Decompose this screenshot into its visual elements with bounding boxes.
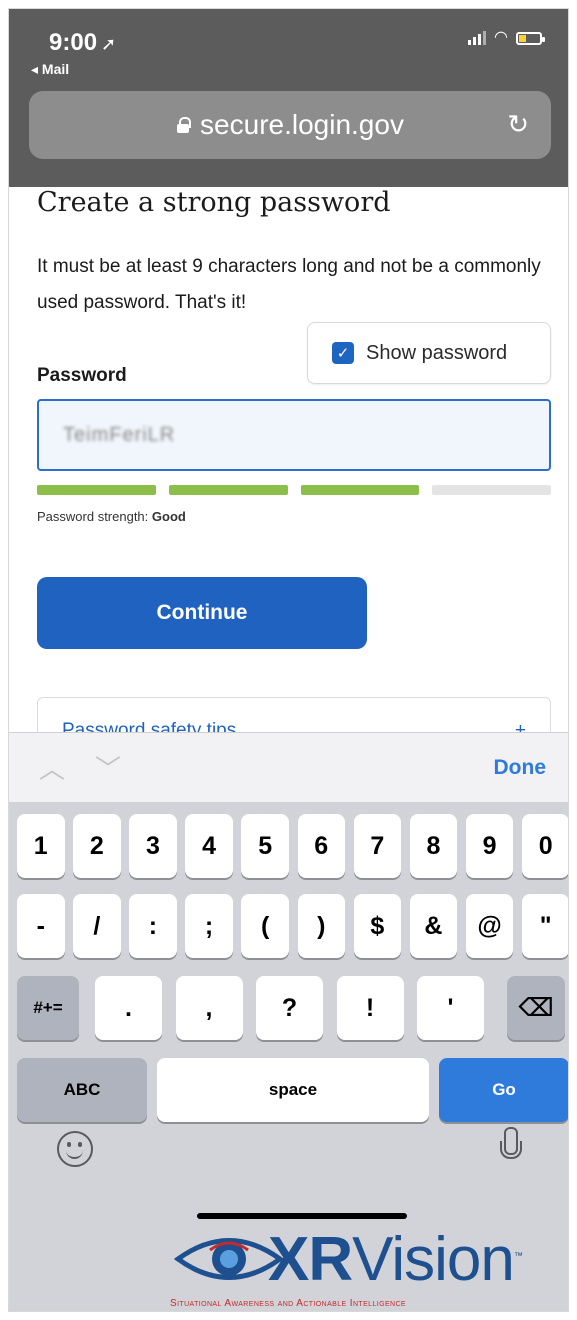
reload-icon[interactable]: ↻ xyxy=(507,109,529,140)
key-4[interactable]: 5 xyxy=(241,814,289,878)
key-1[interactable]: 2 xyxy=(73,814,121,878)
done-button[interactable]: Done xyxy=(494,756,547,780)
status-time: 9:00 ➚ xyxy=(49,29,117,56)
strength-segment xyxy=(300,485,420,495)
home-indicator xyxy=(197,1213,407,1219)
battery-icon xyxy=(516,31,545,45)
key-symbol[interactable]: / xyxy=(73,894,121,958)
key-punct[interactable]: ! xyxy=(336,976,404,1040)
wifi-icon: ◠ xyxy=(494,29,508,46)
strength-segment xyxy=(37,485,156,495)
check-icon: ✓ xyxy=(336,345,350,362)
web-content: Create a strong password It must be at l… xyxy=(9,187,568,732)
key-symbol[interactable]: ( xyxy=(241,894,289,958)
xrvision-watermark: XRVision™ Situational Awareness and Acti… xyxy=(160,1222,570,1318)
key-punct[interactable]: , xyxy=(175,976,243,1040)
show-password-label: Show password xyxy=(366,341,508,364)
key-symbol[interactable]: " xyxy=(521,894,568,958)
page-description: It must be at least 9 characters long an… xyxy=(37,256,541,313)
more-symbols-key[interactable]: #+= xyxy=(17,976,79,1040)
key-symbol[interactable]: $ xyxy=(353,894,402,958)
previous-field-icon[interactable]: ︿ xyxy=(39,749,65,786)
password-strength-text: Password strength: Good xyxy=(37,509,186,524)
password-strength-value: Good xyxy=(151,509,186,524)
browser-top-bar: 9:00 ➚ ◂ Mail ◠ secure.login.gov ↻ xyxy=(9,9,568,187)
keyboard-toolbar: ︿ ﹀ Done xyxy=(9,732,568,802)
next-field-icon[interactable]: ﹀ xyxy=(95,749,121,786)
key-symbol[interactable]: & xyxy=(409,894,458,958)
show-password-checkbox[interactable]: ✓ xyxy=(332,342,354,364)
key-2[interactable]: 3 xyxy=(129,814,177,878)
password-strength-meter xyxy=(37,485,551,495)
address-bar[interactable]: secure.login.gov ↻ xyxy=(29,91,551,159)
key-symbol[interactable]: @ xyxy=(465,894,514,958)
emoji-icon[interactable] xyxy=(57,1131,93,1167)
address-url[interactable]: secure.login.gov xyxy=(176,109,404,141)
status-icons: ◠ xyxy=(468,29,545,46)
location-arrow-icon: ➚ xyxy=(101,34,117,54)
lock-icon xyxy=(176,117,192,133)
keyboard-bottom-row xyxy=(9,1121,568,1181)
backspace-icon: ⌫ xyxy=(518,994,554,1022)
abc-key[interactable]: ABC xyxy=(17,1058,147,1122)
password-value: TeimFeriLR xyxy=(63,423,176,446)
plus-icon: + xyxy=(514,720,526,732)
key-symbol[interactable]: ; xyxy=(185,894,233,958)
key-7[interactable]: 8 xyxy=(409,814,458,878)
brand-wordmark: XRVision™ xyxy=(268,1225,523,1294)
password-label: Password xyxy=(37,365,127,386)
show-password-toggle[interactable]: ✓ Show password xyxy=(307,322,551,384)
delete-key[interactable]: ⌫ xyxy=(507,976,565,1040)
url-text: secure.login.gov xyxy=(200,109,404,140)
key-6[interactable]: 7 xyxy=(353,814,402,878)
key-0[interactable]: 1 xyxy=(17,814,65,878)
key-punct[interactable]: ? xyxy=(256,976,323,1040)
password-input[interactable]: TeimFeriLR xyxy=(37,399,551,471)
strength-segment xyxy=(168,485,288,495)
key-punct[interactable]: ' xyxy=(417,976,484,1040)
brand-tagline: Situational Awareness and Actionable Int… xyxy=(170,1298,406,1309)
microphone-icon[interactable] xyxy=(500,1127,522,1169)
key-symbol[interactable]: : xyxy=(129,894,177,958)
key-9[interactable]: 0 xyxy=(521,814,568,878)
key-symbol[interactable]: - xyxy=(17,894,65,958)
space-key[interactable]: space xyxy=(157,1058,429,1122)
accordion-label: Password safety tips xyxy=(62,720,237,732)
form-nav-arrows: ︿ ﹀ xyxy=(39,749,121,786)
phone-screen: 9:00 ➚ ◂ Mail ◠ secure.login.gov ↻ Create… xyxy=(8,8,569,1312)
continue-button[interactable]: Continue xyxy=(37,577,367,649)
strength-segment xyxy=(432,485,551,495)
page-title: Create a strong password xyxy=(37,187,391,218)
signal-icon xyxy=(468,31,487,45)
key-5[interactable]: 6 xyxy=(297,814,345,878)
key-punct[interactable]: . xyxy=(95,976,162,1040)
go-key[interactable]: Go xyxy=(439,1058,568,1122)
back-to-mail-link[interactable]: ◂ Mail xyxy=(31,61,69,78)
key-3[interactable]: 4 xyxy=(185,814,233,878)
key-8[interactable]: 9 xyxy=(465,814,514,878)
key-symbol[interactable]: ) xyxy=(297,894,345,958)
password-safety-tips-accordion[interactable]: Password safety tips + xyxy=(37,697,551,732)
